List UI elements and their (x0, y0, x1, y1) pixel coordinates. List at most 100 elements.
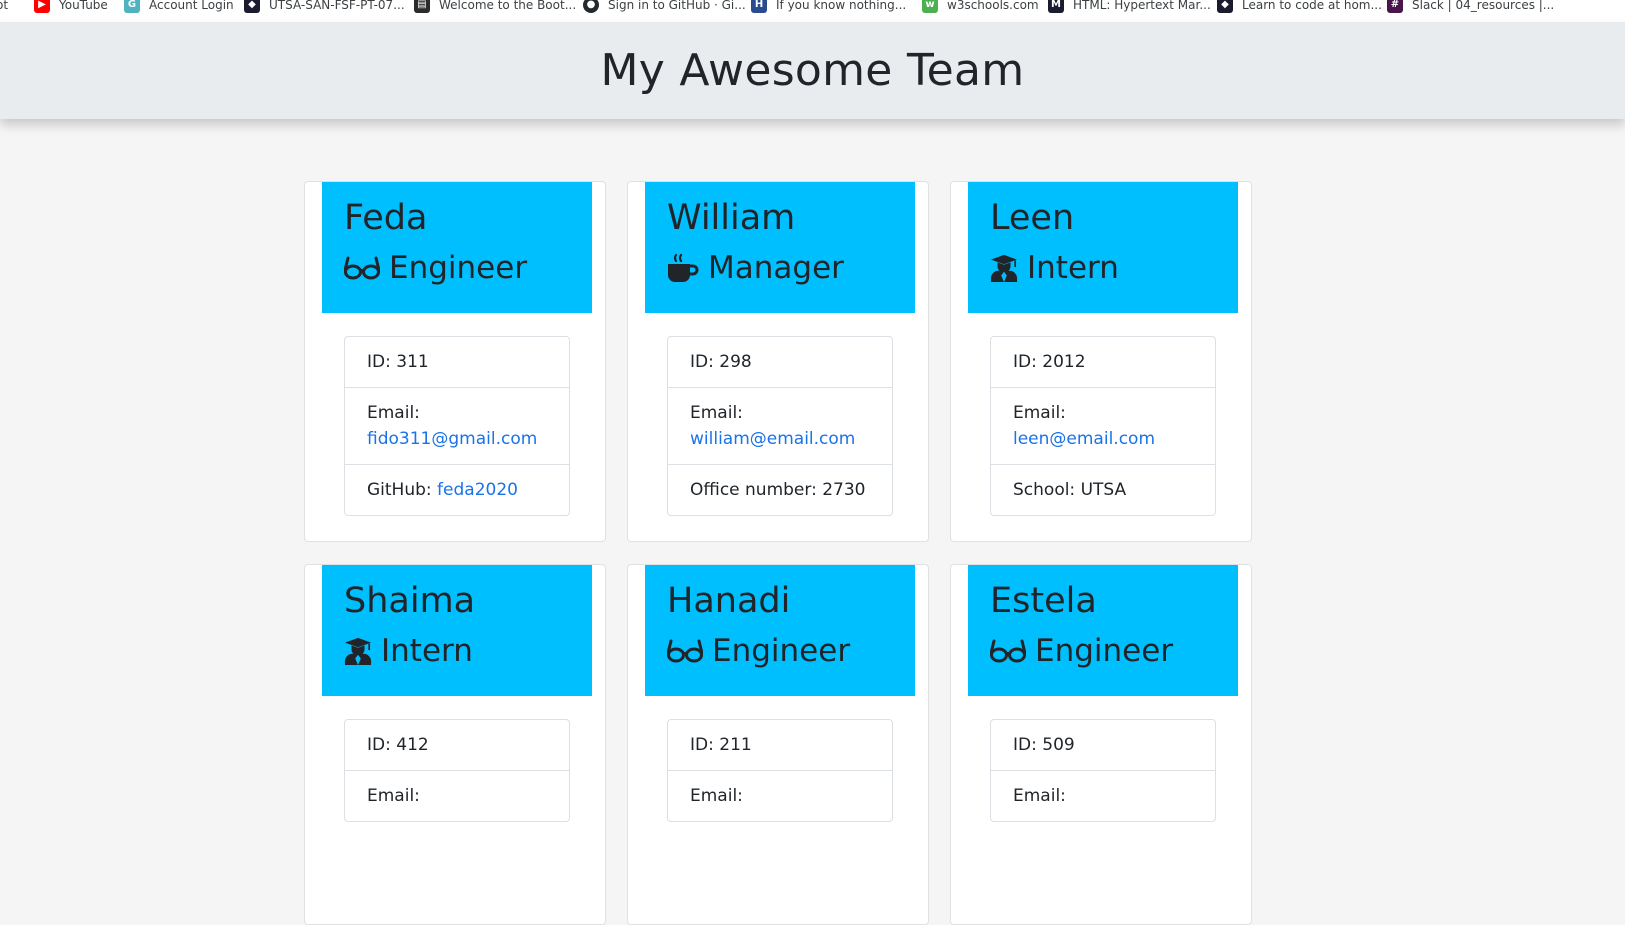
employee-card: Feda Engineer ID: 311 Email: fido311@gmail.… (304, 181, 606, 542)
info-row: Office number: 2730 (668, 464, 892, 515)
employee-role: Engineer (990, 631, 1238, 671)
info-label: Office number: (690, 480, 823, 500)
role-label: Engineer (1035, 633, 1174, 669)
employee-name: Leen (990, 198, 1075, 238)
role-label: Intern (381, 633, 473, 669)
info-row: Email: leen@email.com (991, 387, 1215, 464)
bookmark-w3schools[interactable]: w w3schools.com (922, 0, 1039, 16)
info-value: 2730 (822, 480, 866, 500)
glasses-icon (344, 256, 380, 280)
employee-role: Intern (990, 248, 1238, 288)
employee-role: Manager (667, 248, 915, 288)
bookmark-youtube-label: YouTube (59, 0, 108, 12)
info-list: ID: 509 Email: (990, 719, 1216, 822)
info-link[interactable]: feda2020 (437, 480, 518, 500)
info-row: GitHub: feda2020 (345, 464, 569, 515)
mug-icon (667, 253, 699, 283)
employee-card: William Manager ID: 298 Email: william@emai… (627, 181, 929, 542)
info-label: School: (1013, 480, 1081, 500)
info-label: Email: (1013, 786, 1066, 806)
role-label: Engineer (712, 633, 851, 669)
info-value: 412 (396, 735, 429, 755)
info-label: Email: (1013, 403, 1066, 423)
bookmark-hg[interactable]: H If you know nothing... (751, 0, 906, 16)
info-value: 211 (719, 735, 752, 755)
employee-name: Feda (344, 198, 428, 238)
employee-role: Intern (344, 631, 592, 671)
employee-card: Estela Engineer ID: 509 Email: (950, 564, 1252, 925)
bookmarks-bar: ot ▶ YouTube G Account Login ◆ UTSA-SAN-FSF… (0, 0, 1625, 22)
card-header: Estela Engineer (968, 565, 1238, 696)
graduate-icon (990, 254, 1018, 282)
info-row: ID: 509 (991, 720, 1215, 770)
page-title: My Awesome Team (600, 45, 1025, 96)
info-label: GitHub: (367, 480, 438, 500)
bookmark-utsa[interactable]: ◆ UTSA-SAN-FSF-PT-07... (244, 0, 405, 16)
info-row: ID: 298 (668, 337, 892, 387)
info-value: UTSA (1080, 480, 1127, 500)
info-label: ID: (690, 735, 720, 755)
bookmark-youtube[interactable]: ▶ YouTube (34, 0, 108, 16)
info-list: ID: 211 Email: (667, 719, 893, 822)
role-label: Manager (708, 250, 844, 286)
mdn-icon: M (1048, 0, 1064, 13)
hg-icon: H (751, 0, 767, 13)
info-label: Email: (367, 403, 420, 423)
info-link[interactable]: leen@email.com (1013, 429, 1155, 449)
info-row: School: UTSA (991, 464, 1215, 515)
employee-role: Engineer (667, 631, 915, 671)
info-value: 509 (1042, 735, 1075, 755)
info-row: ID: 311 (345, 337, 569, 387)
info-link[interactable]: fido311@gmail.com (367, 429, 537, 449)
info-value: 298 (719, 352, 752, 372)
bookmark-account-login[interactable]: G Account Login (124, 0, 234, 16)
info-row: Email: william@email.com (668, 387, 892, 464)
info-row: Email: (345, 770, 569, 821)
employee-name: William (667, 198, 796, 238)
bookmark-learn-label: Learn to code at hom... (1242, 0, 1382, 12)
card-header: Feda Engineer (322, 182, 592, 313)
document-icon: ▤ (414, 0, 430, 13)
info-list: ID: 311 Email: fido311@gmail.com GitHub: f… (344, 336, 570, 516)
info-label: Email: (690, 786, 743, 806)
card-header: Hanadi Engineer (645, 565, 915, 696)
slack-icon: # (1387, 0, 1403, 13)
info-row: ID: 412 (345, 720, 569, 770)
bookmark-w3schools-label: w3schools.com (947, 0, 1039, 12)
bookmark-slack[interactable]: # Slack | 04_resources |... (1387, 0, 1554, 16)
bookmark-github[interactable]: ● Sign in to GitHub · Gi... (583, 0, 746, 16)
bookmark-html-mdn[interactable]: M HTML: Hypertext Mar... (1048, 0, 1211, 16)
info-link[interactable]: william@email.com (690, 429, 855, 449)
info-row: ID: 2012 (991, 337, 1215, 387)
info-row: ID: 211 (668, 720, 892, 770)
glasses-icon (667, 639, 703, 663)
glasses-icon (990, 639, 1026, 663)
bookmark-welcome[interactable]: ▤ Welcome to the Boot... (414, 0, 576, 16)
github-icon: ● (583, 0, 599, 13)
info-label: ID: (690, 352, 720, 372)
bookmark-0[interactable]: ot (0, 0, 8, 16)
employee-card: Hanadi Engineer ID: 211 Email: (627, 564, 929, 925)
employee-card: Shaima Intern ID: 412 Email: (304, 564, 606, 925)
bookmark-utsa-label: UTSA-SAN-FSF-PT-07... (269, 0, 405, 12)
bookmark-0-label: ot (0, 0, 9, 12)
w3schools-icon: w (922, 0, 938, 13)
bootcamp-icon: ◆ (244, 0, 260, 13)
info-label: Email: (367, 786, 420, 806)
youtube-icon: ▶ (34, 0, 50, 13)
info-label: ID: (367, 352, 397, 372)
info-row: Email: (668, 770, 892, 821)
bookmark-account-label: Account Login (149, 0, 234, 12)
employee-name: Shaima (344, 581, 476, 621)
bookmark-hg-label: If you know nothing... (776, 0, 907, 12)
info-row: Email: fido311@gmail.com (345, 387, 569, 464)
info-list: ID: 2012 Email: leen@email.com School: UTS… (990, 336, 1216, 516)
bookmark-learn-code[interactable]: ◆ Learn to code at hom... (1217, 0, 1382, 16)
role-label: Engineer (389, 250, 528, 286)
info-label: ID: (367, 735, 397, 755)
bookmark-html-label: HTML: Hypertext Mar... (1073, 0, 1211, 12)
employee-card: Leen Intern ID: 2012 Email: leen@email.com S… (950, 181, 1252, 542)
page-header: My Awesome Team (0, 22, 1625, 119)
info-value: 311 (396, 352, 429, 372)
card-header: Leen Intern (968, 182, 1238, 313)
